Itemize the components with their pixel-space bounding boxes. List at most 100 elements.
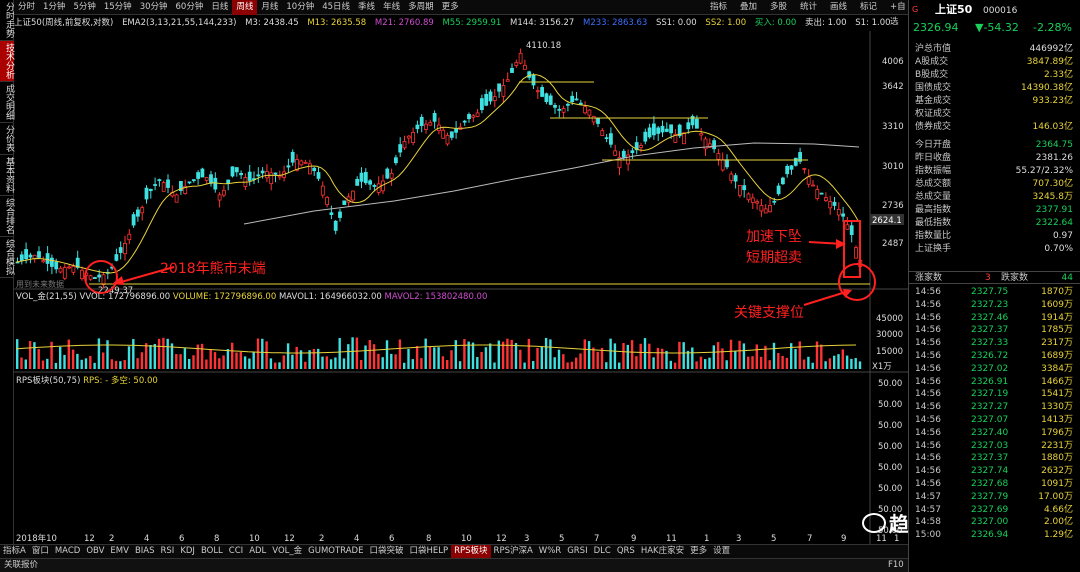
- volume-bar: [119, 361, 122, 369]
- tick-row: 14:56 2326.72 1689万: [909, 350, 1080, 363]
- candle-body: [277, 175, 282, 178]
- quote-stat-row: 总成交额 707.30亿: [909, 178, 1080, 191]
- status-left[interactable]: 关联报价: [4, 559, 38, 572]
- sidebar-tab[interactable]: 成交明细: [0, 82, 14, 123]
- candle-body: [80, 269, 84, 280]
- volume-bar: [605, 362, 608, 369]
- indicator-tab[interactable]: GUMOTRADE: [305, 545, 366, 558]
- indicator-tab[interactable]: GRSI: [564, 545, 590, 558]
- candle-body: [350, 190, 355, 201]
- indicator-tab[interactable]: RPS沪深A: [491, 545, 536, 558]
- candle-body: [755, 201, 759, 204]
- volume-bar: [781, 355, 784, 369]
- volume-bar: [123, 360, 126, 369]
- toolbar-button[interactable]: 叠加: [740, 0, 757, 15]
- indicator-tab[interactable]: VOL_金: [269, 545, 305, 558]
- volume-bar: [493, 362, 496, 369]
- indicator-tab[interactable]: EMV: [107, 545, 132, 558]
- m233-value: M233: 2863.63: [583, 18, 648, 28]
- sidebar-tab[interactable]: 综合模拟: [0, 237, 14, 278]
- volume-bar: [398, 339, 402, 369]
- stat-label: 总成交量: [915, 192, 952, 202]
- tick-volume: 2231万: [1041, 440, 1073, 451]
- indicator-tab[interactable]: BOLL: [198, 545, 226, 558]
- indicator-tab[interactable]: BIAS: [132, 545, 158, 558]
- volume-bar: [678, 341, 681, 369]
- candle-body: [574, 98, 579, 101]
- rps-y-tick: 50.00: [878, 442, 902, 452]
- indicator-tab[interactable]: 口袋突破: [366, 545, 406, 558]
- tick-time: 14:56: [915, 299, 941, 310]
- indicator-tab[interactable]: MACD: [52, 545, 83, 558]
- sidebar-tab[interactable]: 基本资料: [0, 155, 14, 196]
- period-tab[interactable]: 更多: [438, 0, 463, 15]
- sidebar-tab[interactable]: 综合排名: [0, 196, 14, 237]
- volume-bar: [802, 359, 806, 369]
- period-tab[interactable]: 日线: [207, 0, 232, 15]
- candle-body: [230, 166, 235, 177]
- indicator-tab[interactable]: RSI: [158, 545, 178, 558]
- volume-bar: [437, 347, 440, 369]
- tick-volume: 1796万: [1041, 427, 1073, 438]
- toolbar-button[interactable]: 统计: [800, 0, 817, 15]
- candle-body: [793, 157, 798, 166]
- indicator-tab[interactable]: DLC: [591, 545, 614, 558]
- tick-time: 14:56: [915, 479, 941, 489]
- period-tab[interactable]: 45日线: [318, 0, 354, 15]
- candle-body: [643, 131, 648, 142]
- period-tab[interactable]: 月线: [257, 0, 282, 15]
- candle-body: [811, 184, 815, 187]
- toolbar-button[interactable]: 指标: [710, 0, 727, 15]
- tick-row: 14:56 2327.03 2231万: [909, 440, 1080, 453]
- indicator-tab[interactable]: HAK庄家安: [638, 545, 687, 558]
- stat-value: 3847.89亿: [1026, 57, 1073, 67]
- indicator-tab[interactable]: 设置: [710, 545, 733, 558]
- candle-body: [836, 209, 841, 216]
- mavol2-value: MAVOL2: 153802480.00: [384, 292, 488, 302]
- tick-volume: 2317万: [1041, 338, 1073, 349]
- period-tab[interactable]: 多周期: [404, 0, 438, 15]
- sidebar-tab[interactable]: 分时走势: [0, 0, 14, 41]
- indicator-tab[interactable]: 窗口: [29, 545, 52, 558]
- volume-bar: [295, 346, 298, 369]
- sidebar-tab[interactable]: 分价表: [0, 123, 14, 155]
- candle-body: [630, 150, 635, 154]
- period-tab[interactable]: 1分钟: [39, 0, 69, 15]
- indicator-tab[interactable]: OBV: [83, 545, 107, 558]
- indicator-tab[interactable]: CCI: [226, 545, 246, 558]
- candle-body: [196, 172, 201, 179]
- toolbar-button[interactable]: 标记: [860, 0, 877, 15]
- period-tab[interactable]: 15分钟: [100, 0, 136, 15]
- tick-row: 14:57 2327.69 4.66亿: [909, 504, 1080, 517]
- period-tab[interactable]: 分时: [14, 0, 39, 15]
- toolbar-button[interactable]: 画线: [830, 0, 847, 15]
- candle-body: [123, 242, 127, 255]
- chart-area[interactable]: 400636423310301027362487 2624.1 4110.18 …: [14, 31, 908, 544]
- period-tab[interactable]: 60分钟: [172, 0, 208, 15]
- status-f10[interactable]: F10: [888, 559, 904, 572]
- toolbar-button[interactable]: 多股: [770, 0, 787, 15]
- indicator-tab[interactable]: 更多: [687, 545, 710, 558]
- indicator-tab[interactable]: 指标A: [0, 545, 29, 558]
- stat-label: 国债成交: [915, 83, 952, 93]
- indicator-tab[interactable]: 口袋HELP: [406, 545, 451, 558]
- indicator-tab[interactable]: KDJ: [177, 545, 198, 558]
- indicator-tab[interactable]: QRS: [614, 545, 638, 558]
- period-tab[interactable]: 季线: [354, 0, 379, 15]
- s1-value: S1: 1.00: [855, 18, 891, 28]
- period-tab[interactable]: 10分钟: [282, 0, 318, 15]
- x-tick-label: 4: [354, 534, 359, 544]
- annotation-accel: 加速下坠: [746, 229, 802, 245]
- period-tab[interactable]: 年线: [379, 0, 404, 15]
- indicator-tab[interactable]: W%R: [536, 545, 564, 558]
- sidebar-tab[interactable]: 技术分析: [0, 41, 14, 82]
- period-tab[interactable]: 5分钟: [69, 0, 99, 15]
- period-tab[interactable]: 周线: [232, 0, 258, 15]
- indicator-tab[interactable]: ADL: [246, 545, 269, 558]
- volume-bar: [734, 350, 737, 369]
- period-tab[interactable]: 30分钟: [136, 0, 172, 15]
- indicator-tab[interactable]: RPS板块: [451, 545, 491, 558]
- volume-bar: [467, 341, 470, 369]
- candle-body: [307, 163, 312, 175]
- volume-bar: [751, 356, 754, 369]
